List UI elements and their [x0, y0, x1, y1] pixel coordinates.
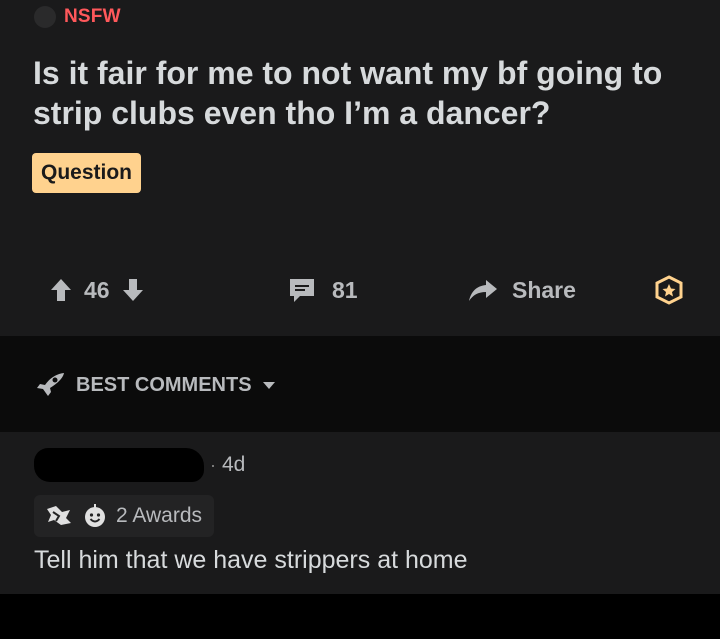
nsfw-tag: NSFW	[64, 6, 121, 27]
arrow-down-icon[interactable]	[122, 278, 144, 302]
share-arrow-icon	[468, 278, 498, 302]
share-label: Share	[512, 276, 576, 303]
share-button[interactable]: Share	[468, 268, 576, 312]
post-title[interactable]: Is it fair for me to not want my bf goin…	[33, 53, 693, 133]
vote-count: 46	[84, 276, 110, 303]
comment-meta: · 4d	[34, 448, 245, 482]
nsfw-row: NSFW	[34, 6, 121, 28]
redacted-username	[34, 448, 204, 482]
subreddit-avatar[interactable]	[34, 6, 56, 28]
comment-count: 81	[332, 276, 358, 303]
rocket-icon	[36, 372, 66, 398]
comment-body: Tell him that we have strippers at home	[34, 546, 468, 574]
wholesome-award-icon	[82, 503, 108, 529]
hugz-award-icon	[44, 503, 74, 529]
award-button[interactable]	[654, 268, 684, 312]
comment-bubble-icon	[288, 277, 316, 303]
vote-control: 46	[50, 268, 144, 312]
post-actions: 46 81 Share	[0, 268, 720, 312]
sort-label: BEST COMMENTS	[76, 373, 252, 396]
arrow-up-icon[interactable]	[50, 278, 72, 302]
awards-badge[interactable]: 2 Awards	[34, 495, 214, 537]
post-flair[interactable]: Question	[32, 153, 142, 193]
comment-age: 4d	[222, 453, 246, 476]
meta-separator: ·	[210, 454, 216, 475]
awards-count: 2 Awards	[116, 504, 202, 527]
comments-button[interactable]: 81	[288, 268, 358, 312]
award-star-icon	[654, 275, 684, 305]
bottom-divider	[0, 594, 720, 639]
caret-down-icon	[262, 380, 276, 390]
sort-dropdown[interactable]: BEST COMMENTS	[36, 372, 276, 398]
